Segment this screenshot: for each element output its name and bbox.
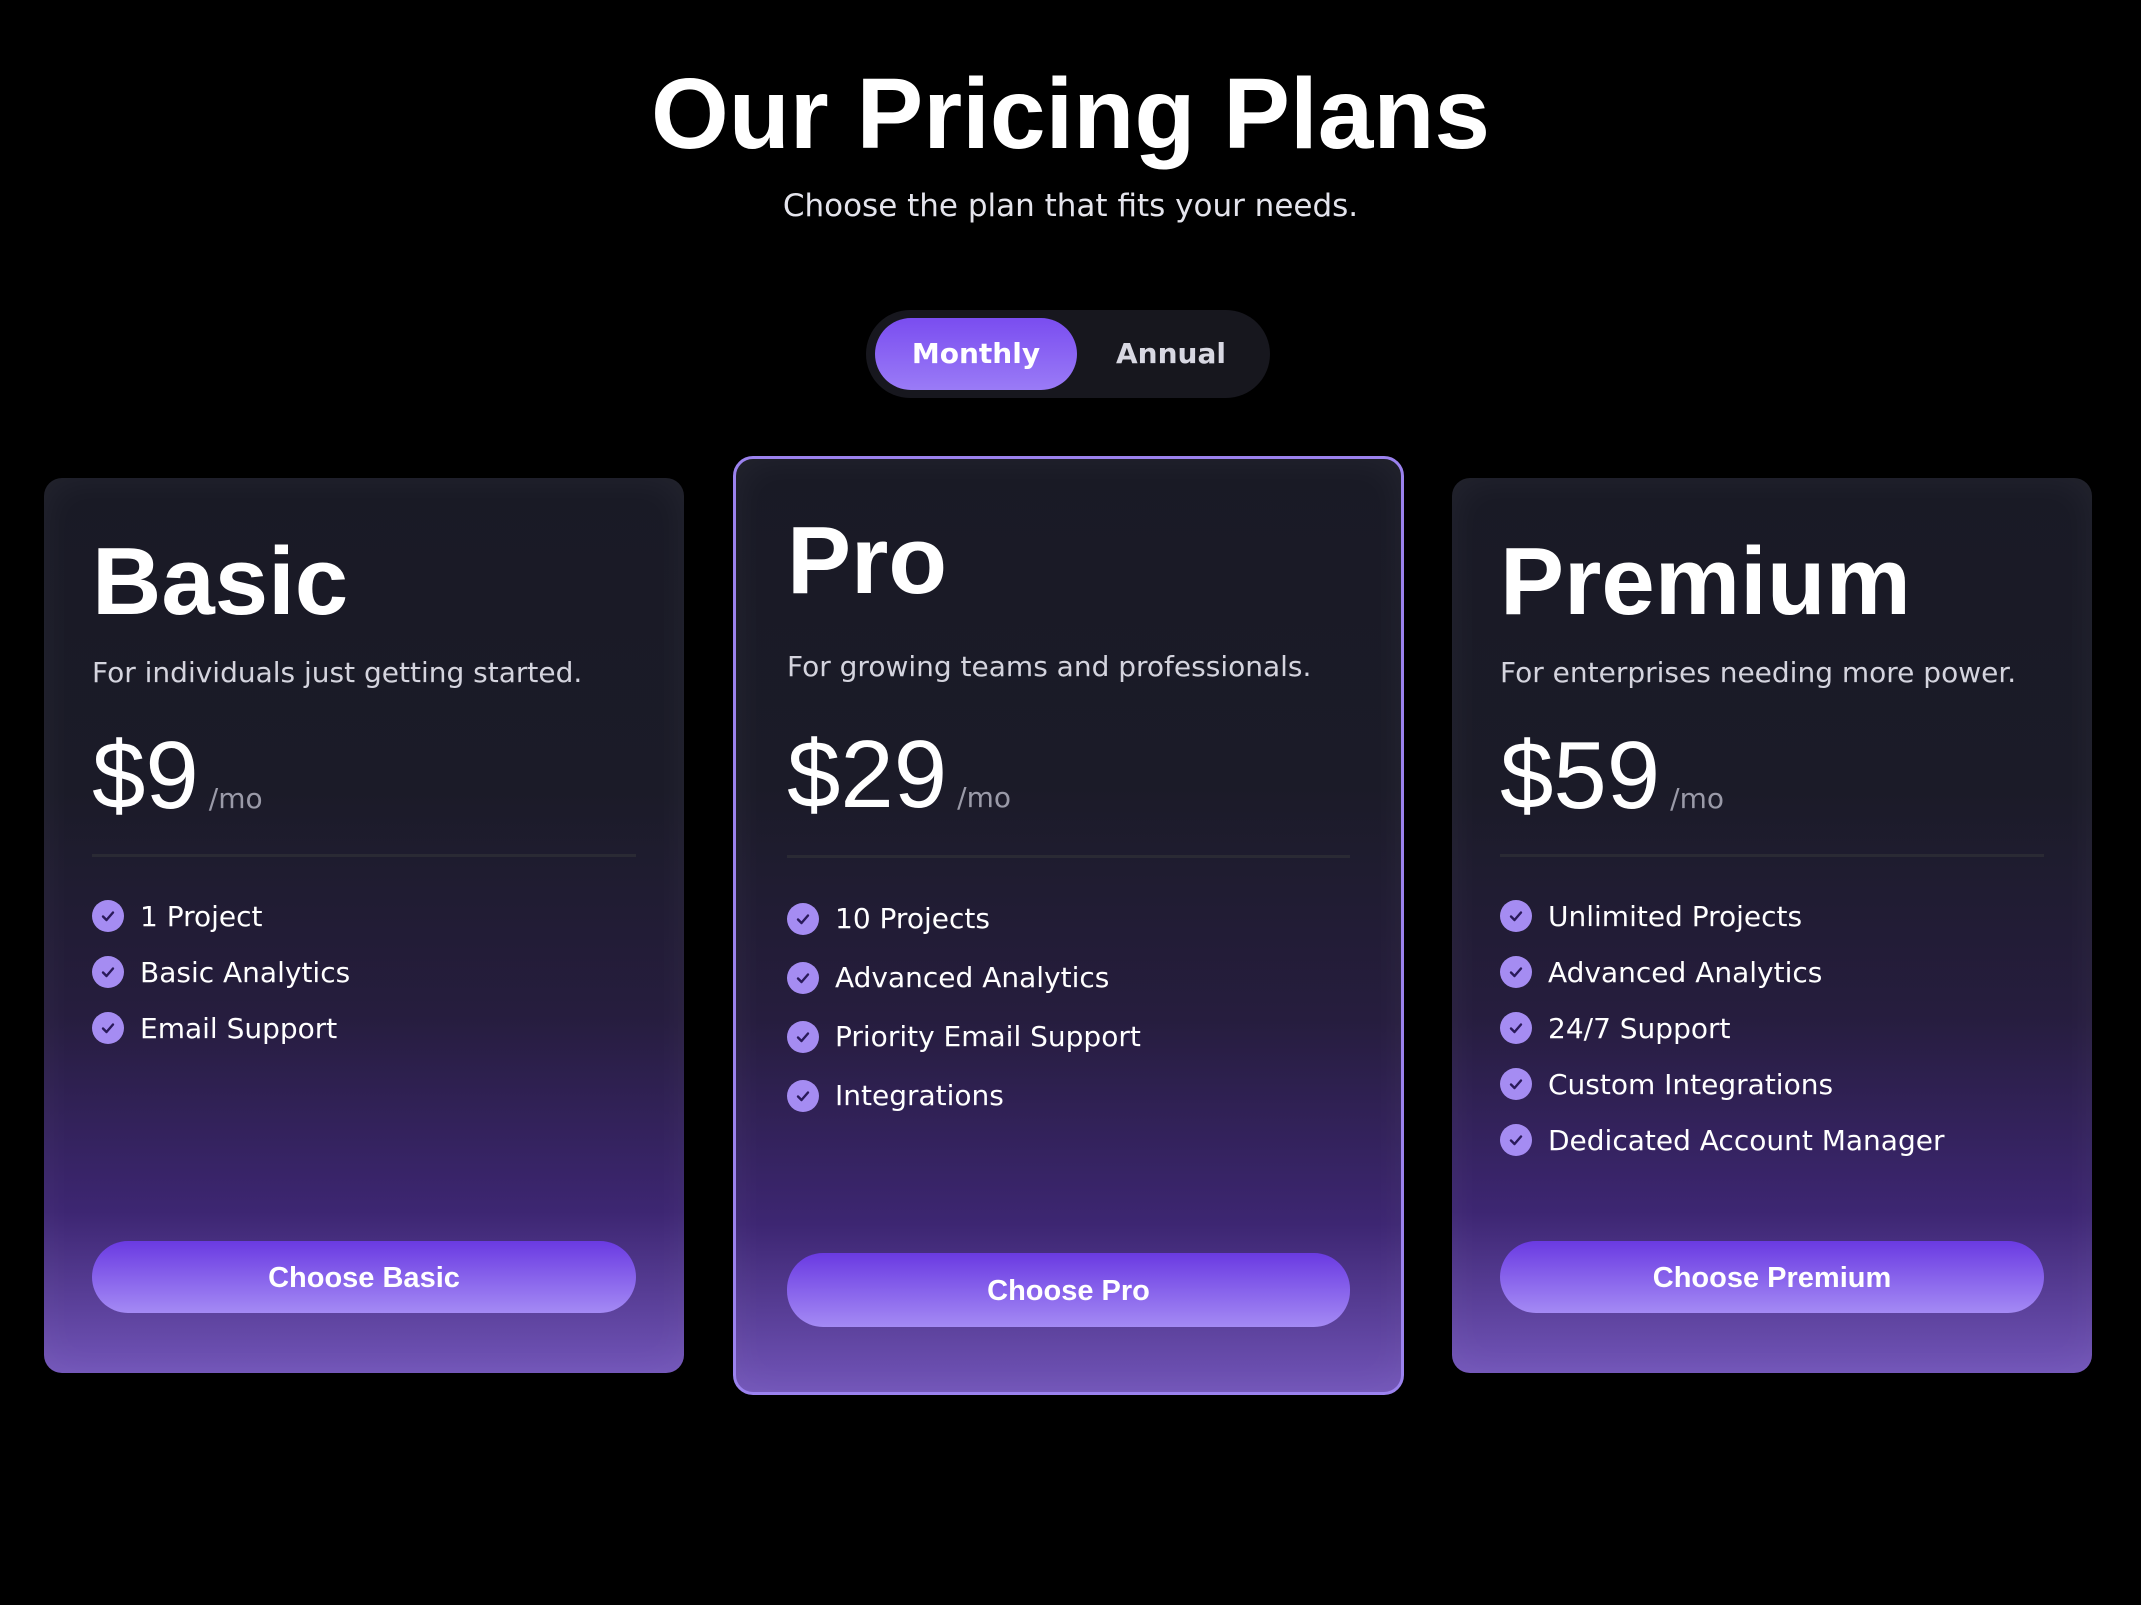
feature-label: Advanced Analytics (1548, 955, 1823, 989)
feature-label: Custom Integrations (1548, 1067, 1834, 1101)
feature-item: Custom Integrations (1500, 1056, 1944, 1112)
check-circle-icon (787, 902, 819, 935)
price-row: $59 /mo (1500, 726, 1724, 826)
price-period: /mo (957, 781, 1012, 814)
check-circle-icon (1500, 1012, 1532, 1044)
check-circle-icon (1500, 1068, 1532, 1100)
plan-name: Basic (92, 528, 349, 635)
plan-name: Pro (787, 507, 948, 614)
divider (787, 855, 1350, 858)
feature-item: Advanced Analytics (1500, 944, 1944, 1000)
feature-item: Basic Analytics (92, 944, 350, 1000)
divider (92, 854, 636, 857)
plan-description: For enterprises needing more power. (1500, 656, 2017, 689)
divider (1500, 854, 2044, 857)
feature-item: Unlimited Projects (1500, 888, 1944, 944)
check-circle-icon (1500, 1124, 1532, 1156)
plan-card-basic: Basic For individuals just getting start… (44, 478, 684, 1373)
check-circle-icon (787, 1020, 819, 1053)
price-row: $9 /mo (92, 726, 263, 826)
plan-description: For growing teams and professionals. (787, 650, 1312, 683)
feature-item: Dedicated Account Manager (1500, 1112, 1944, 1168)
choose-premium-button[interactable]: Choose Premium (1500, 1241, 2044, 1313)
plan-name: Premium (1500, 528, 1911, 635)
feature-item: Email Support (92, 1000, 350, 1056)
feature-label: Basic Analytics (140, 955, 351, 989)
pricing-page: Our Pricing Plans Choose the plan that f… (0, 0, 2141, 1605)
price-row: $29 /mo (787, 725, 1011, 825)
check-circle-icon (787, 1079, 819, 1112)
choose-basic-button[interactable]: Choose Basic (92, 1241, 636, 1313)
billing-toggle: Monthly Annual (866, 310, 1270, 398)
feature-label: 10 Projects (835, 902, 990, 935)
feature-label: Unlimited Projects (1548, 899, 1803, 933)
price-period: /mo (1670, 782, 1725, 815)
check-circle-icon (92, 900, 124, 932)
toggle-monthly[interactable]: Monthly (875, 318, 1077, 390)
feature-label: 1 Project (140, 899, 263, 933)
toggle-annual[interactable]: Annual (1080, 318, 1262, 390)
feature-label: Integrations (835, 1079, 1004, 1112)
feature-item: 10 Projects (787, 889, 1141, 948)
feature-item: Priority Email Support (787, 1007, 1141, 1066)
price-period: /mo (208, 782, 263, 815)
plan-price: $59 (1500, 722, 1661, 829)
feature-label: Dedicated Account Manager (1548, 1123, 1945, 1157)
feature-item: 1 Project (92, 888, 350, 944)
feature-list: 10 Projects Advanced Analytics Priority … (787, 889, 1141, 1125)
choose-pro-button[interactable]: Choose Pro (787, 1253, 1350, 1327)
check-circle-icon (787, 961, 819, 994)
feature-item: Advanced Analytics (787, 948, 1141, 1007)
feature-label: Advanced Analytics (835, 961, 1110, 994)
page-title: Our Pricing Plans (650, 58, 1491, 170)
feature-label: Email Support (140, 1011, 338, 1045)
check-circle-icon (92, 956, 124, 988)
plan-card-pro: Pro For growing teams and professionals.… (733, 456, 1404, 1395)
feature-label: 24/7 Support (1548, 1011, 1731, 1045)
page-subtitle: Choose the plan that fits your needs. (782, 188, 1359, 224)
feature-label: Priority Email Support (835, 1020, 1141, 1053)
feature-item: Integrations (787, 1066, 1141, 1125)
feature-item: 24/7 Support (1500, 1000, 1944, 1056)
plan-price: $9 (92, 722, 199, 829)
check-circle-icon (1500, 900, 1532, 932)
plan-card-premium: Premium For enterprises needing more pow… (1452, 478, 2092, 1373)
check-circle-icon (1500, 956, 1532, 988)
plan-price: $29 (787, 721, 948, 828)
plan-description: For individuals just getting started. (92, 656, 583, 689)
feature-list: 1 Project Basic Analytics Email Support (92, 888, 350, 1056)
feature-list: Unlimited Projects Advanced Analytics 24… (1500, 888, 1944, 1168)
check-circle-icon (92, 1012, 124, 1044)
